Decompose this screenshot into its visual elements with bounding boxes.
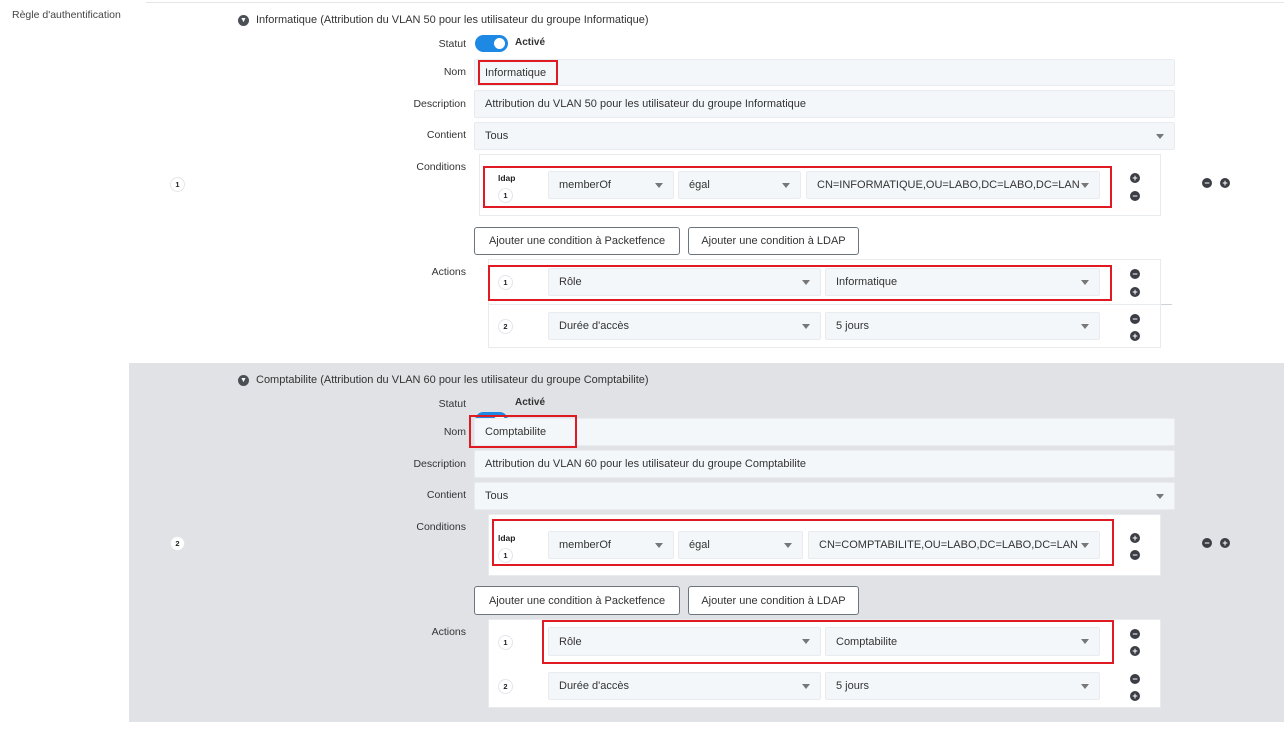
plus-circle-icon[interactable]: + [1130,173,1140,183]
minus-circle-icon[interactable]: − [1130,314,1140,324]
minus-circle-icon[interactable]: − [1130,191,1140,201]
actions-row-divider [489,304,1160,305]
status-value: Activé [515,37,546,48]
plus-circle-icon[interactable]: + [1130,646,1140,656]
description-label: Description [413,98,466,110]
action-type-select[interactable]: Durée d'accès [548,312,821,340]
add-rule-icon[interactable]: + [1220,178,1230,188]
minus-circle-icon[interactable]: − [1130,269,1140,279]
description-input[interactable]: Attribution du VLAN 50 pour les utilisat… [474,90,1175,118]
description-label: Description [413,458,466,470]
remove-rule-icon[interactable]: − [1202,178,1212,188]
rule-header[interactable]: ▼ Informatique (Attribution du VLAN 50 p… [238,14,649,26]
contains-select[interactable]: Tous [474,482,1175,510]
action-type-select[interactable]: Durée d'accès [548,672,821,700]
caret-down-icon [1081,323,1089,329]
contains-value: Tous [485,130,509,142]
status-label: Statut [438,38,466,50]
description-input[interactable]: Attribution du VLAN 60 pour les utilisat… [474,450,1175,478]
caret-down-icon [1156,493,1164,499]
highlight-box [478,60,558,85]
minus-circle-icon[interactable]: − [1130,629,1140,639]
action-index-badge: 1 [499,636,512,649]
top-divider [146,2,1284,3]
name-label: Nom [443,426,466,438]
status-toggle[interactable] [475,35,508,52]
contains-label: Contient [426,129,466,141]
action-value-select[interactable]: 5 jours [825,312,1100,340]
highlight-box [483,166,1112,208]
caret-down-icon [802,683,810,689]
highlight-box [542,620,1114,664]
actions-label: Actions [431,266,466,278]
rule-index-badge: 1 [171,178,184,191]
contains-select[interactable]: Tous [474,122,1175,150]
name-label: Nom [443,66,466,78]
add-ldap-condition-button[interactable]: Ajouter une condition à LDAP [688,586,859,615]
add-rule-icon[interactable]: + [1220,538,1230,548]
actions-divider [1161,304,1172,305]
plus-circle-icon[interactable]: + [1130,691,1140,701]
plus-circle-icon[interactable]: + [1130,331,1140,341]
description-value: Attribution du VLAN 60 pour les utilisat… [485,458,807,470]
contains-label: Contient [426,489,466,501]
add-packetfence-condition-button[interactable]: Ajouter une condition à Packetfence [474,586,680,615]
highlight-box [469,415,577,448]
add-packetfence-condition-button[interactable]: Ajouter une condition à Packetfence [474,227,680,255]
plus-circle-icon[interactable]: + [1130,533,1140,543]
plus-circle-icon[interactable]: + [1130,287,1140,297]
caret-down-icon [802,323,810,329]
chevron-down-icon[interactable]: ▼ [238,374,249,386]
add-ldap-condition-button[interactable]: Ajouter une condition à LDAP [688,227,859,255]
description-value: Attribution du VLAN 50 pour les utilisat… [485,98,807,110]
minus-circle-icon[interactable]: − [1130,674,1140,684]
conditions-label: Conditions [416,521,466,533]
action-value-text: 5 jours [836,680,870,692]
action-type-value: Durée d'accès [559,320,629,332]
name-input[interactable]: Comptabilite [474,418,1175,446]
action-value-select[interactable]: 5 jours [825,672,1100,700]
rule-header-title: Informatique (Attribution du VLAN 50 pou… [256,14,649,26]
chevron-down-icon[interactable]: ▼ [238,14,249,26]
actions-label: Actions [431,626,466,638]
status-label: Statut [438,398,466,410]
action-type-value: Durée d'accès [559,680,629,692]
highlight-box [492,519,1114,566]
rule-index-badge: 2 [171,537,184,550]
status-value: Activé [515,397,546,408]
rule-header[interactable]: ▼ Comptabilite (Attribution du VLAN 60 p… [238,374,649,386]
action-index-badge: 2 [499,320,512,333]
page-label: Règle d'authentification [12,9,121,21]
name-input[interactable]: Informatique [474,59,1175,86]
contains-value: Tous [485,490,509,502]
caret-down-icon [1081,683,1089,689]
caret-down-icon [1156,133,1164,139]
minus-circle-icon[interactable]: − [1130,550,1140,560]
action-index-badge: 2 [499,680,512,693]
action-value-text: 5 jours [836,320,870,332]
conditions-label: Conditions [416,161,466,173]
rule-header-title: Comptabilite (Attribution du VLAN 60 pou… [256,374,649,386]
highlight-box [488,265,1112,301]
remove-rule-icon[interactable]: − [1202,538,1212,548]
